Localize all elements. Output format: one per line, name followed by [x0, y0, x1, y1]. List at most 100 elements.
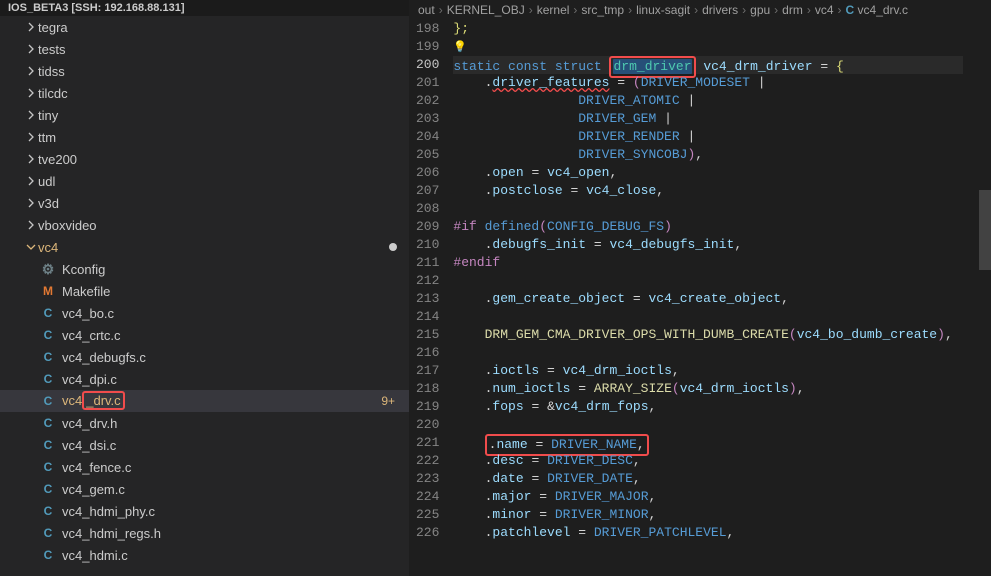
breadcrumb-segment[interactable]: src_tmp: [581, 3, 624, 17]
folder-tidss[interactable]: tidss: [0, 60, 409, 82]
file-vc4_hdmi.c[interactable]: Cvc4_hdmi.c: [0, 544, 409, 566]
chevron-down-icon: [24, 242, 38, 252]
code-line[interactable]: #endif: [453, 254, 963, 272]
code-line[interactable]: [453, 308, 963, 326]
code-line[interactable]: DRM_GEM_CMA_DRIVER_OPS_WITH_DUMB_CREATE(…: [453, 326, 963, 344]
code-line[interactable]: DRIVER_RENDER |: [453, 128, 963, 146]
code-line[interactable]: DRIVER_ATOMIC |: [453, 92, 963, 110]
file-Makefile[interactable]: MMakefile: [0, 280, 409, 302]
line-number: 213: [416, 290, 439, 308]
file-icon: C: [40, 371, 56, 387]
folder-vboxvideo[interactable]: vboxvideo: [0, 214, 409, 236]
lightbulb-icon[interactable]: 💡: [453, 42, 467, 54]
file-icon: C: [40, 305, 56, 321]
file-icon: C: [40, 393, 56, 409]
file-vc4_fence.c[interactable]: Cvc4_fence.c: [0, 456, 409, 478]
file-Kconfig[interactable]: ⚙Kconfig: [0, 258, 409, 280]
line-number: 221: [416, 434, 439, 452]
chevron-right-icon: ›: [628, 3, 632, 17]
line-number-gutter: 1981992002012022032042052062072082092102…: [410, 20, 453, 576]
code-line[interactable]: .debugfs_init = vc4_debugfs_init,: [453, 236, 963, 254]
line-number: 225: [416, 506, 439, 524]
breadcrumb-segment[interactable]: linux-sagit: [636, 3, 690, 17]
code-line[interactable]: #if defined(CONFIG_DEBUG_FS): [453, 218, 963, 236]
breadcrumb-segment[interactable]: kernel: [537, 3, 570, 17]
folder-udl[interactable]: udl: [0, 170, 409, 192]
code-editor[interactable]: 1981992002012022032042052062072082092102…: [410, 20, 991, 576]
folder-tve200[interactable]: tve200: [0, 148, 409, 170]
file-label: vc4_crtc.c: [62, 328, 121, 343]
code-line[interactable]: .num_ioctls = ARRAY_SIZE(vc4_drm_ioctls)…: [453, 380, 963, 398]
line-number: 207: [416, 182, 439, 200]
code-content[interactable]: }; 💡 static const struct drm_driver vc4_dr…: [453, 20, 975, 576]
file-vc4_debugfs.c[interactable]: Cvc4_debugfs.c: [0, 346, 409, 368]
file-label: vc4_bo.c: [62, 306, 114, 321]
code-line[interactable]: .major = DRIVER_MAJOR,: [453, 488, 963, 506]
folder-label: tilcdc: [38, 86, 68, 101]
code-line[interactable]: 💡: [453, 38, 963, 56]
code-line[interactable]: .patchlevel = DRIVER_PATCHLEVEL,: [453, 524, 963, 542]
line-number: 210: [416, 236, 439, 254]
breadcrumb-segment[interactable]: gpu: [750, 3, 770, 17]
breadcrumb-segment[interactable]: drivers: [702, 3, 738, 17]
modified-dot-icon: [389, 243, 397, 251]
file-vc4_drv.c[interactable]: Cvc4_drv.c9+: [0, 390, 409, 412]
file-label: Makefile: [62, 284, 110, 299]
scrollbar-thumb[interactable]: [979, 190, 991, 270]
breadcrumb-file[interactable]: C vc4_drv.c: [846, 3, 908, 17]
code-line[interactable]: [453, 344, 963, 362]
code-line[interactable]: [453, 416, 963, 434]
code-line[interactable]: .desc = DRIVER_DESC,: [453, 452, 963, 470]
code-line[interactable]: .driver_features = (DRIVER_MODESET |: [453, 74, 963, 92]
file-icon: C: [40, 481, 56, 497]
code-line[interactable]: DRIVER_SYNCOBJ),: [453, 146, 963, 164]
folder-tegra[interactable]: tegra: [0, 16, 409, 38]
code-line[interactable]: .postclose = vc4_close,: [453, 182, 963, 200]
folder-vc4[interactable]: vc4: [0, 236, 409, 258]
vertical-scrollbar[interactable]: [979, 20, 991, 576]
folder-label: tegra: [38, 20, 68, 35]
code-line[interactable]: .open = vc4_open,: [453, 164, 963, 182]
breadcrumb-segment[interactable]: out: [418, 3, 435, 17]
git-badge: 9+: [381, 394, 395, 408]
chevron-right-icon: [24, 44, 38, 54]
chevron-right-icon: [24, 110, 38, 120]
chevron-right-icon: ›: [807, 3, 811, 17]
breadcrumb-segment[interactable]: KERNEL_OBJ: [447, 3, 525, 17]
code-line[interactable]: DRIVER_GEM |: [453, 110, 963, 128]
folder-label: vc4: [38, 240, 58, 255]
folder-tilcdc[interactable]: tilcdc: [0, 82, 409, 104]
chevron-right-icon: ›: [694, 3, 698, 17]
file-vc4_gem.c[interactable]: Cvc4_gem.c: [0, 478, 409, 500]
line-number: 220: [416, 416, 439, 434]
file-vc4_drv.h[interactable]: Cvc4_drv.h: [0, 412, 409, 434]
file-label: vc4_dpi.c: [62, 372, 117, 387]
folder-ttm[interactable]: ttm: [0, 126, 409, 148]
code-line[interactable]: .fops = &vc4_drm_fops,: [453, 398, 963, 416]
code-line[interactable]: .date = DRIVER_DATE,: [453, 470, 963, 488]
code-line[interactable]: [453, 272, 963, 290]
folder-tiny[interactable]: tiny: [0, 104, 409, 126]
file-explorer[interactable]: IOS_BETA3 [SSH: 192.168.88.131] tegrates…: [0, 0, 410, 576]
breadcrumb[interactable]: out › KERNEL_OBJ › kernel › src_tmp › li…: [410, 0, 991, 20]
code-line[interactable]: .ioctls = vc4_drm_ioctls,: [453, 362, 963, 380]
code-line[interactable]: .minor = DRIVER_MINOR,: [453, 506, 963, 524]
code-line[interactable]: static const struct drm_driver vc4_drm_d…: [453, 56, 963, 74]
folder-tests[interactable]: tests: [0, 38, 409, 60]
file-vc4_hdmi_regs.h[interactable]: Cvc4_hdmi_regs.h: [0, 522, 409, 544]
folder-label: tiny: [38, 108, 58, 123]
breadcrumb-segment[interactable]: drm: [782, 3, 803, 17]
code-line[interactable]: };: [453, 20, 963, 38]
code-line[interactable]: .gem_create_object = vc4_create_object,: [453, 290, 963, 308]
file-vc4_dpi.c[interactable]: Cvc4_dpi.c: [0, 368, 409, 390]
breadcrumb-segment[interactable]: vc4: [815, 3, 834, 17]
file-vc4_hdmi_phy.c[interactable]: Cvc4_hdmi_phy.c: [0, 500, 409, 522]
code-line[interactable]: [453, 200, 963, 218]
file-vc4_crtc.c[interactable]: Cvc4_crtc.c: [0, 324, 409, 346]
folder-label: udl: [38, 174, 55, 189]
folder-v3d[interactable]: v3d: [0, 192, 409, 214]
file-vc4_dsi.c[interactable]: Cvc4_dsi.c: [0, 434, 409, 456]
file-vc4_bo.c[interactable]: Cvc4_bo.c: [0, 302, 409, 324]
code-line[interactable]: .name = DRIVER_NAME,: [453, 434, 963, 452]
line-number: 203: [416, 110, 439, 128]
